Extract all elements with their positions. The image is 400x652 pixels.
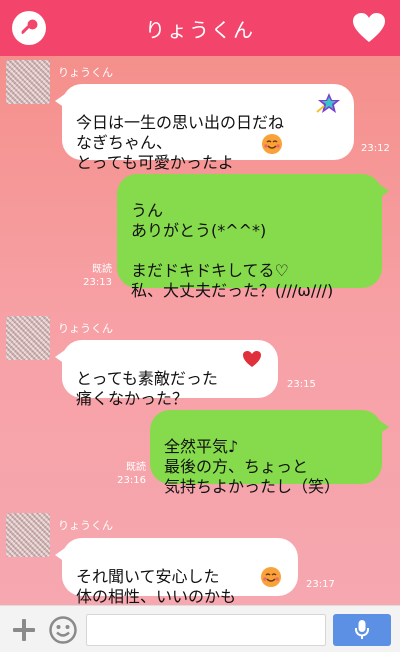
red-heart-emoji-icon xyxy=(243,351,261,367)
star-emoji-icon xyxy=(316,93,340,113)
microphone-icon xyxy=(355,620,369,639)
smiling-face-emoji-icon xyxy=(261,567,281,587)
smiling-face-emoji-icon xyxy=(262,134,282,154)
sender-name: りょうくん xyxy=(58,519,113,532)
smiley-icon[interactable] xyxy=(48,615,78,645)
read-receipt: 既読 23:16 xyxy=(117,462,146,486)
chat-title: りょうくん xyxy=(145,17,255,42)
key-button[interactable] xyxy=(12,11,46,45)
heart-icon xyxy=(353,13,385,42)
message-bubble[interactable]: 今日は一生の思い出の日だね なぎちゃん、 とっても可愛かったよ xyxy=(55,84,354,172)
microphone-button[interactable] xyxy=(333,614,391,646)
message-bubble[interactable]: それ聞いて安心した 体の相性、いいのかも xyxy=(55,538,298,606)
message-text: うん ありがとう(*^^*) まだドキドキしてる♡ 私、大丈夫だった？(///ω… xyxy=(131,201,334,300)
message-time: 23:12 xyxy=(361,143,390,154)
heart-button[interactable] xyxy=(352,12,386,44)
message-input[interactable] xyxy=(86,614,326,646)
avatar[interactable] xyxy=(6,316,50,360)
read-receipt: 既読 23:13 xyxy=(83,264,112,288)
message-composer xyxy=(0,605,400,652)
message-bubble[interactable]: うん ありがとう(*^^*) まだドキドキしてる♡ 私、大丈夫だった？(///ω… xyxy=(117,174,389,300)
chat-header: りょうくん xyxy=(0,0,400,56)
message-bubble[interactable]: とっても素敵だった 痛くなかった？ xyxy=(55,340,278,408)
avatar[interactable] xyxy=(6,60,50,104)
message-text: それ聞いて安心した 体の相性、いいのかも xyxy=(76,567,237,606)
message-text: 今日は一生の思い出の日だね なぎちゃん、 とっても可愛かったよ xyxy=(76,113,285,172)
message-time: 23:17 xyxy=(306,579,335,590)
message-text: とっても素敵だった 痛くなかった？ xyxy=(76,369,218,408)
message-bubble[interactable]: 全然平気♪ 最後の方、ちょっと 気持ちよかったし（笑） xyxy=(150,410,389,496)
message-text: 全然平気♪ 最後の方、ちょっと 気持ちよかったし（笑） xyxy=(164,437,341,496)
key-icon xyxy=(21,19,38,35)
message-time: 23:15 xyxy=(287,379,316,390)
sender-name: りょうくん xyxy=(58,322,113,335)
sender-name: りょうくん xyxy=(58,66,113,79)
avatar[interactable] xyxy=(6,513,50,557)
plus-icon[interactable] xyxy=(11,617,37,643)
